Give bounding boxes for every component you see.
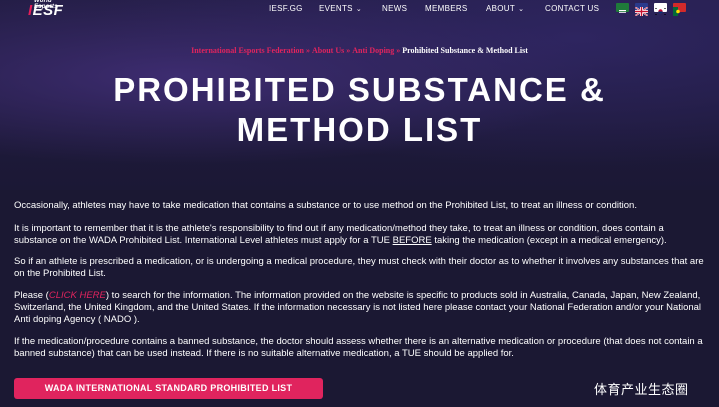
top-navigation: World Esports IESF IESF.GG EVENTS ⌄ NEWS … <box>0 0 719 18</box>
logo-wordmark: IESF <box>28 2 64 19</box>
breadcrumb-link-about-us[interactable]: About Us <box>312 46 344 55</box>
wada-prohibited-list-button[interactable]: WADA INTERNATIONAL STANDARD PROHIBITED L… <box>14 378 323 399</box>
breadcrumb-separator: » <box>346 46 351 55</box>
breadcrumb-current: Prohibited Substance & Method List <box>402 46 528 55</box>
paragraph-responsibility: It is important to remember that it is t… <box>14 223 667 246</box>
click-here-link[interactable]: CLICK HERE <box>49 290 106 301</box>
chevron-down-icon: ⌄ <box>518 6 525 13</box>
breadcrumb-separator: » <box>396 46 401 55</box>
emphasis-before: BEFORE <box>392 235 432 246</box>
paragraph-search-info: Please (CLICK HERE) to search for the in… <box>14 290 702 325</box>
nav-item-members[interactable]: MEMBERS <box>425 4 468 13</box>
nav-item-events[interactable]: EVENTS ⌄ <box>319 4 362 13</box>
nav-item-about[interactable]: ABOUT ⌄ <box>486 4 524 13</box>
page-title: PROHIBITED SUBSTANCE & METHOD LIST <box>0 70 719 150</box>
iesf-logo[interactable]: World Esports IESF <box>14 0 74 18</box>
portugal-flag-icon[interactable] <box>673 3 686 16</box>
nav-item-news[interactable]: NEWS <box>382 4 407 13</box>
page-title-line-2: METHOD LIST <box>236 111 483 148</box>
breadcrumb-separator: » <box>306 46 310 55</box>
breadcrumb-link-iesf[interactable]: International Esports Federation <box>191 46 304 55</box>
watermark: 体育产业生态圈 <box>594 382 689 397</box>
chevron-down-icon: ⌄ <box>355 6 362 13</box>
paragraph-prescribed: So if an athlete is prescribed a medicat… <box>14 256 704 279</box>
page-title-line-1: PROHIBITED SUBSTANCE & <box>113 71 606 108</box>
uk-flag-icon[interactable] <box>634 3 649 17</box>
breadcrumb: International Esports Federation» About U… <box>0 46 719 55</box>
korea-flag-icon[interactable] <box>654 3 667 15</box>
paragraph-alternative: If the medication/procedure contains a b… <box>14 336 703 359</box>
saudi-flag-icon[interactable] <box>616 3 629 13</box>
nav-item-contact-us[interactable]: CONTACT US <box>545 4 599 13</box>
paragraph-intro: Occasionally, athletes may have to take … <box>14 200 637 211</box>
breadcrumb-link-anti-doping[interactable]: Anti Doping <box>352 46 394 55</box>
nav-item-iesf-gg[interactable]: IESF.GG <box>269 4 303 13</box>
